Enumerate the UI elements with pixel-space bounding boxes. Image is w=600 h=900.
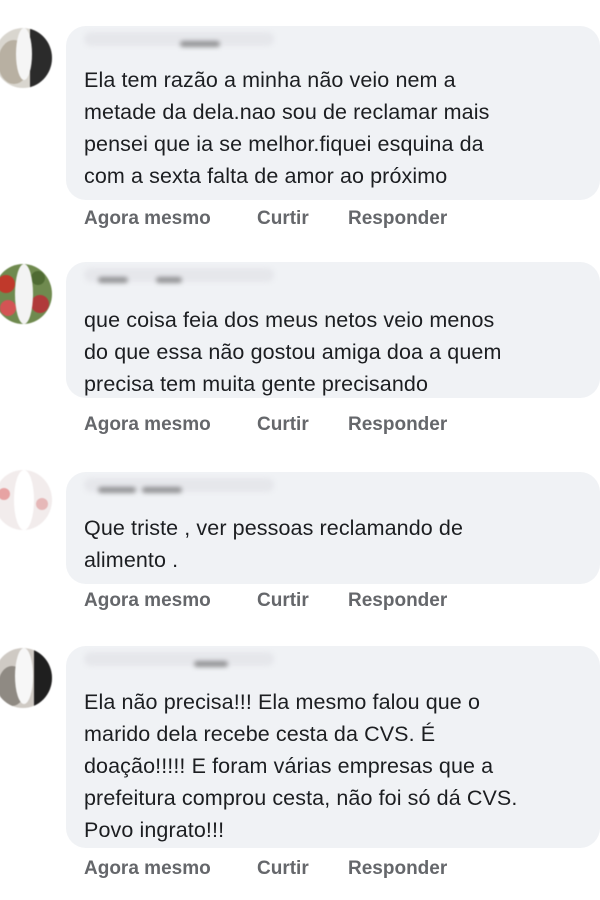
avatar[interactable] <box>0 264 52 324</box>
avatar[interactable] <box>0 470 52 530</box>
comment-bubble: que coisa feia dos meus netos veio menos… <box>66 262 600 398</box>
like-button[interactable]: Curtir <box>257 414 309 436</box>
comment-bubble: Que triste , ver pessoas reclamando de a… <box>66 472 600 584</box>
reply-button[interactable]: Responder <box>348 858 447 880</box>
timestamp[interactable]: Agora mesmo <box>84 590 211 612</box>
timestamp[interactable]: Agora mesmo <box>84 414 211 436</box>
comments-screen: { "comments": [ { "lines": [ "Ela tem ra… <box>0 0 600 900</box>
reply-button[interactable]: Responder <box>348 414 447 436</box>
avatar[interactable] <box>0 28 52 88</box>
comment-text: Ela tem razão a minha não veio nem a met… <box>84 68 490 188</box>
comment-bubble: Ela tem razão a minha não veio nem a met… <box>66 26 600 200</box>
timestamp[interactable]: Agora mesmo <box>84 208 211 230</box>
reply-button[interactable]: Responder <box>348 590 447 612</box>
like-button[interactable]: Curtir <box>257 858 309 880</box>
timestamp[interactable]: Agora mesmo <box>84 858 211 880</box>
like-button[interactable]: Curtir <box>257 590 309 612</box>
avatar[interactable] <box>0 648 52 708</box>
author-name-redacted[interactable] <box>84 32 284 50</box>
comment-bubble: Ela não precisa!!! Ela mesmo falou que o… <box>66 646 600 848</box>
comment-text: Ela não precisa!!! Ela mesmo falou que o… <box>84 690 518 842</box>
author-name-redacted[interactable] <box>84 268 284 286</box>
like-button[interactable]: Curtir <box>257 208 309 230</box>
author-name-redacted[interactable] <box>84 652 284 670</box>
author-name-redacted[interactable] <box>84 478 284 496</box>
comment-text: Que triste , ver pessoas reclamando de a… <box>84 516 464 572</box>
comment-text: que coisa feia dos meus netos veio menos… <box>84 308 502 396</box>
reply-button[interactable]: Responder <box>348 208 447 230</box>
